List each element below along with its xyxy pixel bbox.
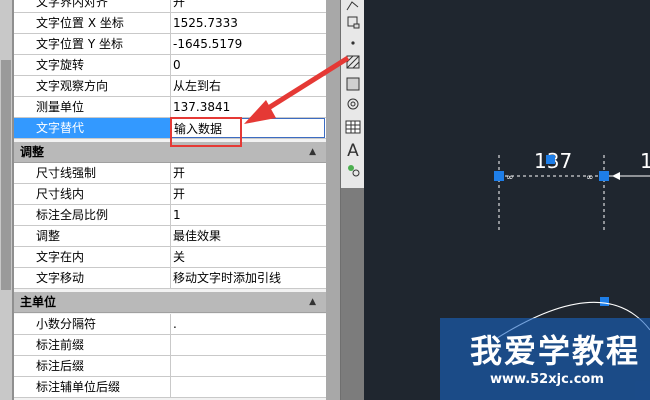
annotation-highlight-box: [170, 117, 242, 147]
watermark-url: www.52xjc.com: [490, 372, 604, 387]
watermark-title: 我爱学教程: [470, 332, 641, 370]
annotation-arrow-shaft: [260, 55, 350, 115]
